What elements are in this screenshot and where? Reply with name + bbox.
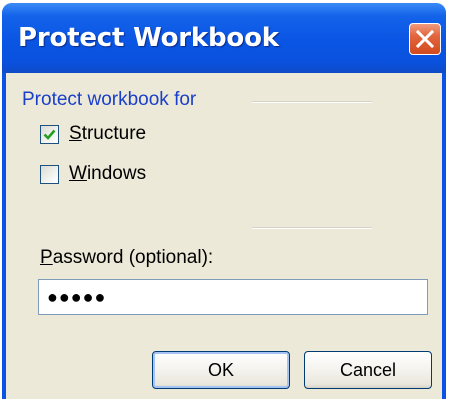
cancel-button[interactable]: Cancel [304,351,432,389]
password-label: Password (optional): [40,247,214,268]
close-icon [416,30,434,48]
dialog-title: Protect Workbook [18,23,279,53]
protect-workbook-dialog: Protect Workbook Protect workbook for St… [2,3,446,399]
ok-button[interactable]: OK [152,351,290,389]
group-divider [252,101,372,103]
group-label: Protect workbook for [22,89,197,110]
separator [252,227,372,229]
dialog-body: Protect workbook for Structure Windows P… [6,73,442,399]
structure-label: Structure [69,123,147,144]
structure-checkbox[interactable] [40,124,59,144]
windows-label: Windows [69,163,147,184]
password-field[interactable] [38,279,428,315]
windows-checkbox[interactable] [40,164,59,184]
title-bar[interactable]: Protect Workbook [2,3,446,73]
structure-option[interactable]: Structure [40,121,146,147]
windows-option[interactable]: Windows [40,161,146,187]
close-button[interactable] [409,23,441,55]
checkmark-icon [43,129,56,140]
